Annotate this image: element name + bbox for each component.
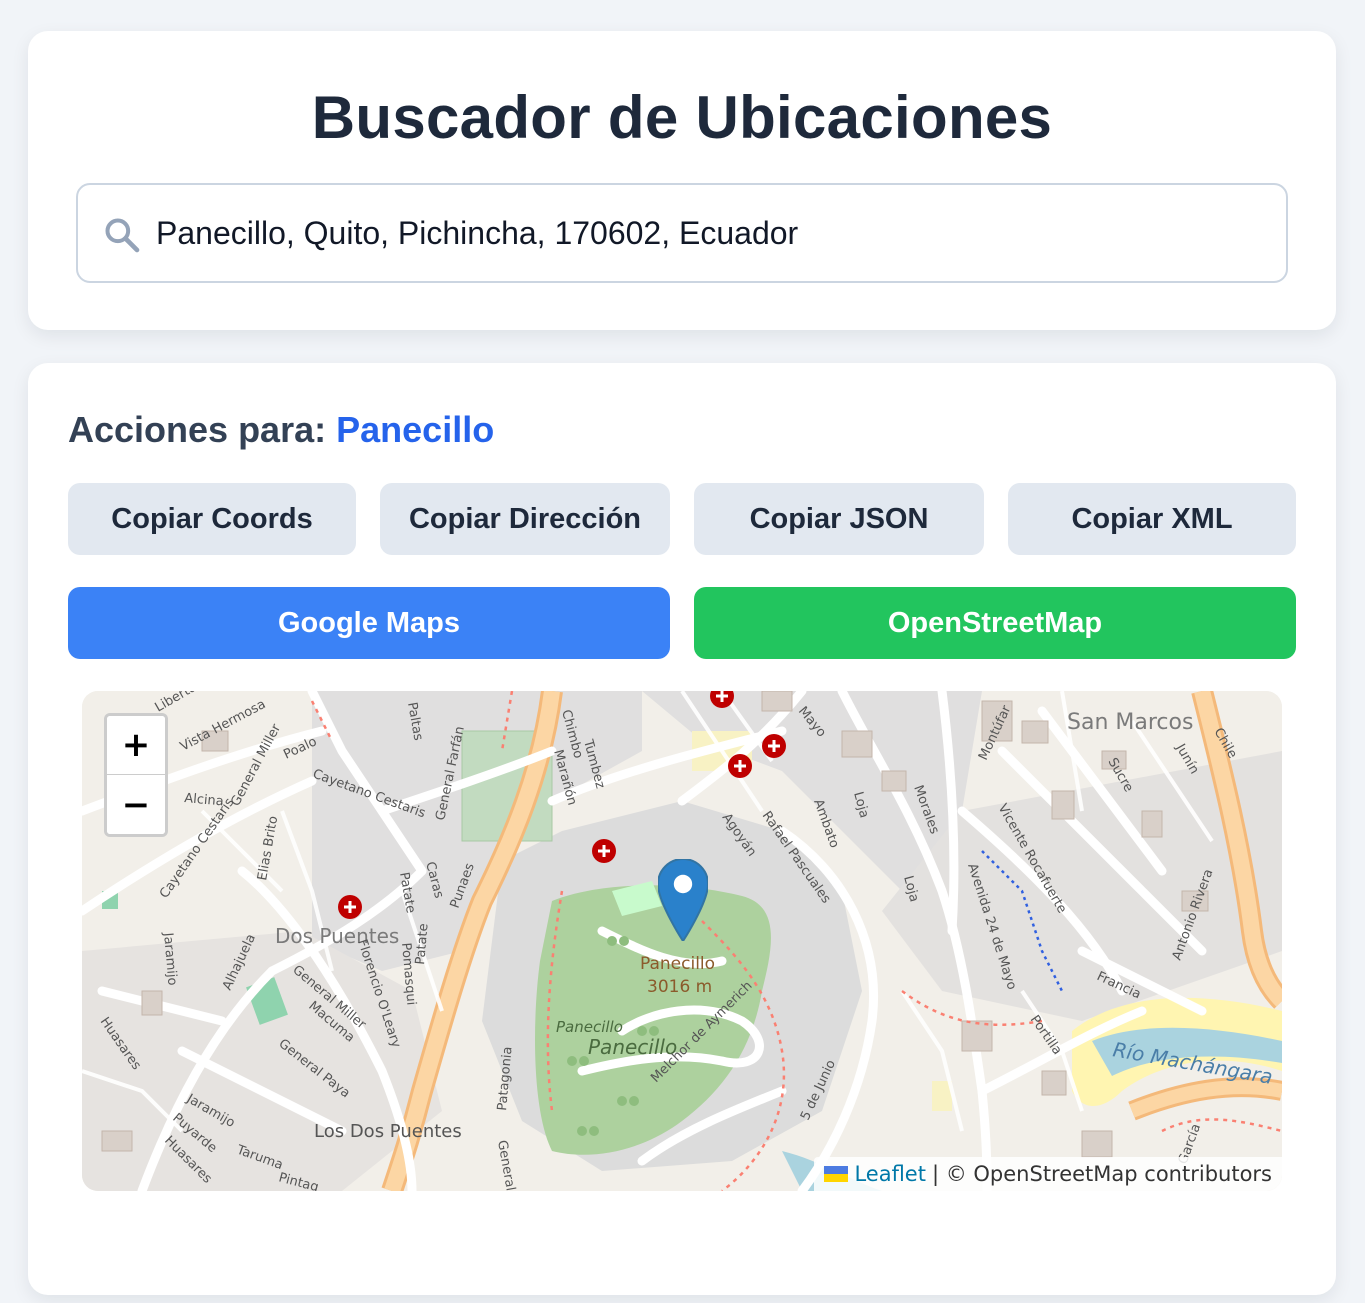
actions-heading-prefix: Acciones para: [68, 409, 327, 450]
zoom-out-button[interactable]: − [107, 775, 165, 834]
actions-heading: Acciones para: Panecillo [68, 407, 494, 453]
copy-coords-button[interactable]: Copiar Coords [68, 483, 356, 555]
label-san-marcos: San Marcos [1067, 710, 1193, 735]
street-alhajuela: Alhajuela [220, 932, 259, 993]
ukraine-flag-icon [824, 1166, 849, 1182]
map[interactable]: San Marcos Dos Puentes Los Dos Puentes P… [82, 691, 1282, 1191]
street-jaramijo-1: Jaramijo [160, 931, 180, 986]
copy-address-button[interactable]: Copiar Dirección [380, 483, 670, 555]
street-tumbez: Tumbez [580, 737, 608, 790]
label-los-dos-puentes: Los Dos Puentes [314, 1121, 462, 1142]
street-cayetano-cestaris-1: Cayetano Cestaris [157, 795, 238, 901]
copy-xml-button[interactable]: Copiar XML [1008, 483, 1296, 555]
map-attribution: Leaflet | © OpenStreetMap contributors [814, 1157, 1282, 1191]
street-caras: Caras [422, 860, 446, 900]
street-punaes: Punaes [448, 861, 478, 910]
label-panecillo-area: Panecillo [588, 1035, 677, 1059]
street-vista-hermosa: Vista Hermosa [178, 697, 268, 755]
street-patagonia: Patagonia [495, 1046, 516, 1111]
street-cayetano-cestaris-2: Cayetano Cestaris [311, 767, 428, 822]
street-pintag: Pintag [277, 1170, 320, 1191]
street-taruma: Taruma [234, 1142, 285, 1173]
search-input[interactable] [156, 185, 1266, 281]
street-poalo: Poalo [281, 734, 319, 762]
actions-card: Acciones para: Panecillo Copiar Coords C… [28, 363, 1336, 1295]
map-labels: San Marcos Dos Puentes Los Dos Puentes P… [97, 691, 1275, 1191]
street-sucre: Sucre [1105, 756, 1136, 795]
street-huasares-1: Huasares [97, 1015, 144, 1073]
street-antonio-rivera: Antonio Rivera [1170, 867, 1217, 962]
label-dos-puentes: Dos Puentes [275, 924, 399, 948]
street-vicente-rocafuerte: Vicente Rocafuerte [995, 802, 1070, 917]
street-liberta: Liberta [153, 691, 200, 715]
street-loja-2: Loja [900, 874, 921, 904]
street-5-de-junio: 5 de Junio [798, 1058, 839, 1123]
openstreetmap-button[interactable]: OpenStreetMap [694, 587, 1296, 659]
street-agoyan: Agoyán [719, 811, 759, 860]
street-portilla: Portilla [1027, 1013, 1065, 1058]
street-elias-brito: Elias Brito [255, 815, 281, 882]
attribution-text: | © OpenStreetMap contributors [931, 1162, 1272, 1186]
location-marker-icon[interactable] [658, 859, 708, 941]
street-general: General [494, 1139, 518, 1191]
street-florencio-oleary: Florencio O'Leary [354, 938, 403, 1050]
street-chile: Chile [1211, 726, 1240, 762]
search-icon [105, 218, 140, 253]
street-junin: Junín [1172, 741, 1202, 777]
search-card: Buscador de Ubicaciones [28, 31, 1336, 330]
street-ambato: Ambato [810, 797, 841, 850]
street-patate-1: Patate [396, 871, 418, 914]
street-avenida-24-mayo: Avenida 24 de Mayo [964, 862, 1019, 992]
street-general-farfan: General Farfán [433, 725, 468, 822]
street-paltas: Paltas [404, 701, 426, 742]
label-rio-machangara: Río Machángara [1111, 1037, 1274, 1089]
street-general-paya: General Paya [276, 1036, 353, 1101]
place-name: Panecillo [336, 409, 495, 450]
street-mayo: Mayo [795, 704, 829, 740]
label-panecillo-elevation: 3016 m [647, 977, 712, 997]
zoom-in-button[interactable]: + [107, 716, 165, 775]
page-title: Buscador de Ubicaciones [311, 84, 1053, 151]
street-montufar: Montúfar [976, 703, 1015, 763]
google-maps-button[interactable]: Google Maps [68, 587, 670, 659]
label-panecillo-peak: Panecillo [640, 954, 715, 974]
street-loja-1: Loja [850, 790, 871, 820]
leaflet-link[interactable]: Leaflet [854, 1162, 926, 1186]
street-morales: Morales [910, 783, 942, 836]
search-box[interactable] [76, 183, 1288, 283]
street-general-miller-top: General Miller [228, 721, 284, 809]
street-francia: Francia [1094, 969, 1143, 1002]
zoom-control: + − [104, 713, 168, 837]
label-panecillo-small: Panecillo [556, 1018, 623, 1036]
street-patate-2: Patate [413, 923, 432, 966]
copy-json-button[interactable]: Copiar JSON [694, 483, 984, 555]
